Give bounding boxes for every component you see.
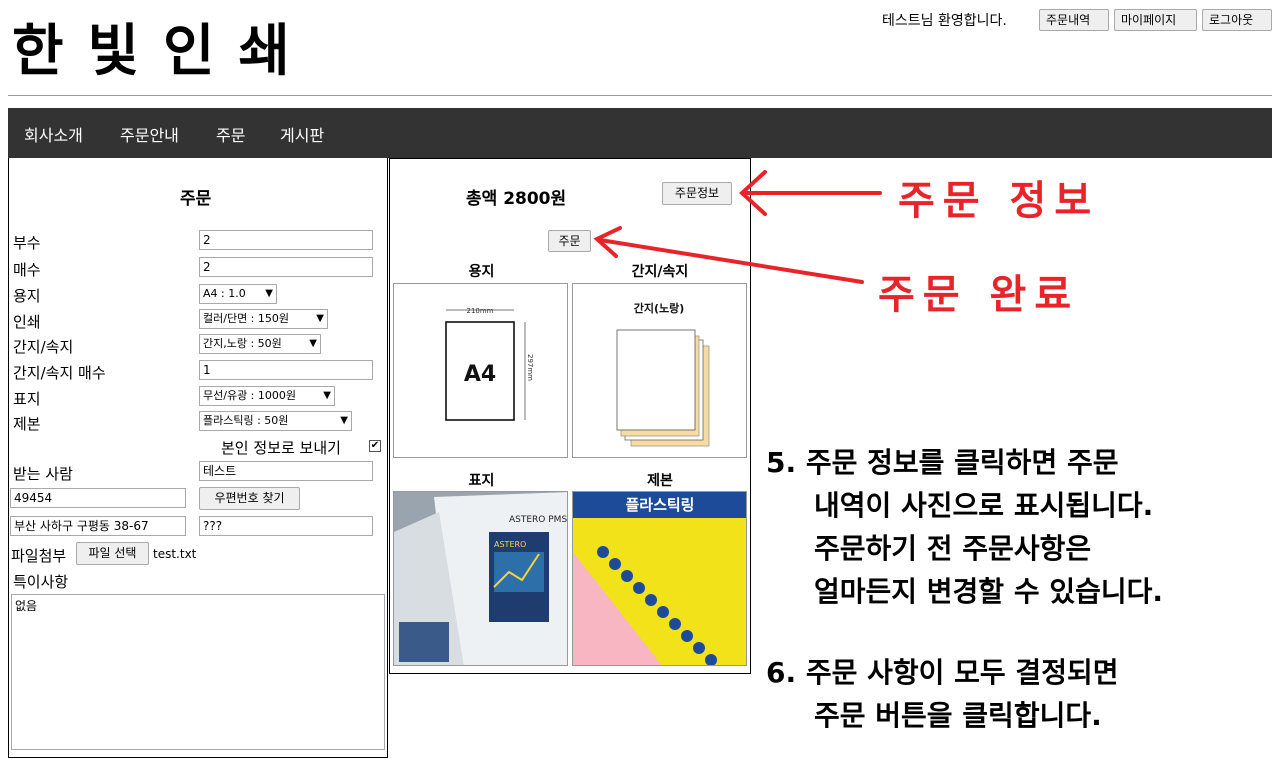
annotation-arrows [593,170,882,284]
instruction-step6-line1: 6. 주문 사항이 모두 결정되면 [766,656,1119,689]
annotation-order-done: 주문 완료 [878,271,1080,318]
instruction-step5-line1: 5. 주문 정보를 클릭하면 주문 [766,446,1119,479]
instruction-step5-line3: 주문하기 전 주문사항은 [814,532,1092,565]
annotation-order-info: 주문 정보 [898,177,1100,224]
instruction-step5-line2: 내역이 사진으로 표시됩니다. [814,489,1154,522]
instruction-step5-line4: 얼마든지 변경할 수 있습니다. [814,575,1164,608]
instruction-step6-line2: 주문 버튼을 클릭합니다. [814,699,1102,732]
